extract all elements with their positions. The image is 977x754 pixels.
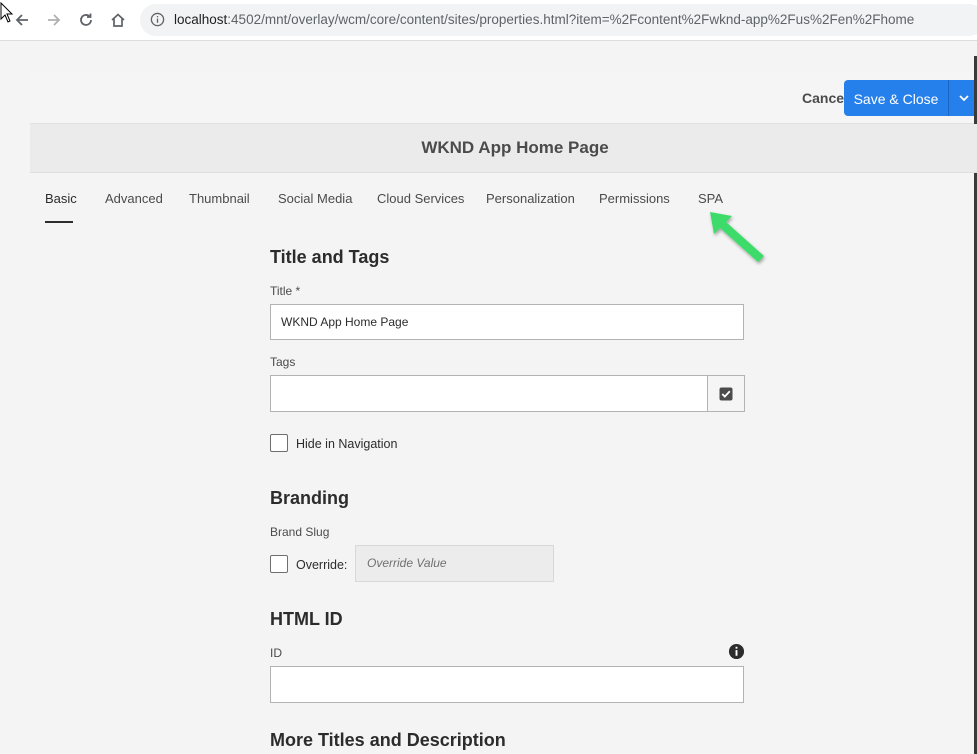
id-input[interactable]	[270, 666, 744, 703]
section-heading-title-and-tags: Title and Tags	[270, 247, 390, 267]
page-title-bar: WKND App Home Page	[30, 124, 977, 173]
back-icon[interactable]	[10, 8, 34, 32]
override-checkbox[interactable]	[270, 555, 288, 573]
info-icon[interactable]	[150, 12, 165, 32]
url-host: localhost	[174, 12, 228, 27]
section-heading-branding: Branding	[270, 488, 349, 508]
override-value-input[interactable]: Override Value	[355, 545, 554, 582]
tab-spa[interactable]: SPA	[698, 191, 723, 206]
tab-advanced[interactable]: Advanced	[105, 191, 163, 206]
tab-thumbnail[interactable]: Thumbnail	[189, 191, 250, 206]
section-heading-more-titles: More Titles and Description	[270, 730, 506, 750]
brand-slug-label: Brand Slug	[270, 525, 330, 539]
tags-field-label: Tags	[270, 355, 296, 369]
left-margin	[0, 41, 30, 754]
save-and-close-button[interactable]: Save & Close	[844, 80, 948, 116]
active-tab-indicator	[45, 221, 73, 223]
chevron-down-icon	[958, 95, 969, 102]
title-field-label: Title *	[270, 284, 301, 298]
hide-in-navigation-label: Hide in Navigation	[296, 437, 398, 451]
reload-icon[interactable]	[74, 8, 98, 32]
address-bar[interactable]: localhost:4502/mnt/overlay/wcm/core/cont…	[140, 4, 977, 36]
tab-cloud-services[interactable]: Cloud Services	[377, 191, 464, 206]
tags-picker-button[interactable]	[707, 375, 745, 412]
browser-toolbar: localhost:4502/mnt/overlay/wcm/core/cont…	[0, 0, 977, 41]
id-field-label: ID	[270, 646, 282, 660]
dialog-action-bar: Cancel Save & Close	[30, 72, 977, 124]
tab-permissions[interactable]: Permissions	[599, 191, 670, 206]
save-options-dropdown[interactable]	[948, 80, 977, 116]
tab-basic[interactable]: Basic	[45, 191, 77, 206]
home-icon[interactable]	[106, 8, 130, 32]
url-text: localhost:4502/mnt/overlay/wcm/core/cont…	[174, 12, 914, 27]
page-title: WKND App Home Page	[421, 138, 609, 157]
url-path: :4502/mnt/overlay/wcm/core/content/sites…	[227, 12, 915, 27]
checkbox-checked-icon	[719, 387, 733, 400]
hide-in-navigation-checkbox[interactable]	[270, 434, 288, 452]
title-input[interactable]: WKND App Home Page	[270, 304, 744, 340]
section-heading-html-id: HTML ID	[270, 609, 343, 629]
tab-list: Basic Advanced Thumbnail Social Media Cl…	[30, 173, 974, 225]
forward-icon[interactable]	[42, 8, 66, 32]
annotation-arrow-icon	[710, 212, 764, 262]
id-info-icon[interactable]	[728, 643, 745, 665]
tab-personalization[interactable]: Personalization	[486, 191, 575, 206]
tags-input[interactable]	[270, 375, 707, 412]
override-label: Override:	[296, 558, 348, 572]
tab-social-media[interactable]: Social Media	[278, 191, 352, 206]
